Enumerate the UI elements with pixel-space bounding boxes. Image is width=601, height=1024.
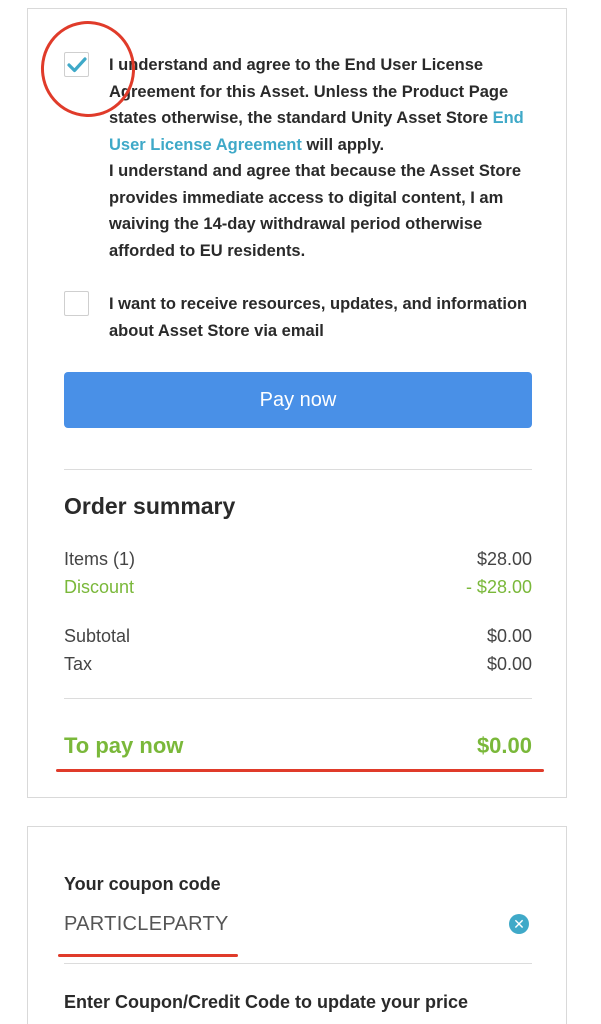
discount-row: Discount - $28.00 xyxy=(64,577,532,598)
total-label: To pay now xyxy=(64,733,184,758)
coupon-info-text: Enter Coupon/Credit Code to update your … xyxy=(64,992,469,1012)
total-row: To pay now $0.00 xyxy=(64,733,532,759)
agreement-row: I understand and agree to the End User L… xyxy=(64,52,536,272)
discount-value: - $28.00 xyxy=(465,577,532,597)
newsletter-text: I want to receive resources, updates, an… xyxy=(109,295,528,340)
discount-label: Discount xyxy=(64,577,135,597)
items-label: Items (1) xyxy=(64,549,136,569)
coupon-card: Your coupon code ✕ Enter Coupon/Credit C… xyxy=(27,826,567,1024)
tax-row: Tax $0.00 xyxy=(64,654,532,675)
subtotal-value: $0.00 xyxy=(486,626,532,646)
divider xyxy=(64,963,532,964)
subtotal-label: Subtotal xyxy=(64,626,131,646)
tax-value: $0.00 xyxy=(486,654,532,674)
tax-label: Tax xyxy=(64,654,93,674)
coupon-input[interactable] xyxy=(64,913,484,936)
newsletter-row: I want to receive resources, updates, an… xyxy=(64,291,536,347)
total-value: $0.00 xyxy=(476,733,532,758)
annotation-underline xyxy=(58,954,238,957)
divider xyxy=(64,469,532,470)
order-summary-title: Order summary xyxy=(64,493,236,519)
coupon-label: Your coupon code xyxy=(64,874,221,894)
agreement-text-part3: I understand and agree that because the … xyxy=(109,162,522,260)
agreement-text-part2: will apply. xyxy=(301,135,385,154)
items-row: Items (1) $28.00 xyxy=(64,549,532,570)
agreement-text: I understand and agree to the End User L… xyxy=(109,52,536,264)
newsletter-checkbox[interactable] xyxy=(64,291,89,316)
items-value: $28.00 xyxy=(476,549,532,569)
checkout-card: I understand and agree to the End User L… xyxy=(27,8,567,798)
clear-icon[interactable]: ✕ xyxy=(509,914,529,934)
annotation-underline xyxy=(56,769,544,772)
subtotal-row: Subtotal $0.00 xyxy=(64,626,532,647)
agreement-text-part1: I understand and agree to the End User L… xyxy=(109,56,509,127)
pay-now-button[interactable]: Pay now xyxy=(64,372,532,428)
divider xyxy=(64,698,532,699)
